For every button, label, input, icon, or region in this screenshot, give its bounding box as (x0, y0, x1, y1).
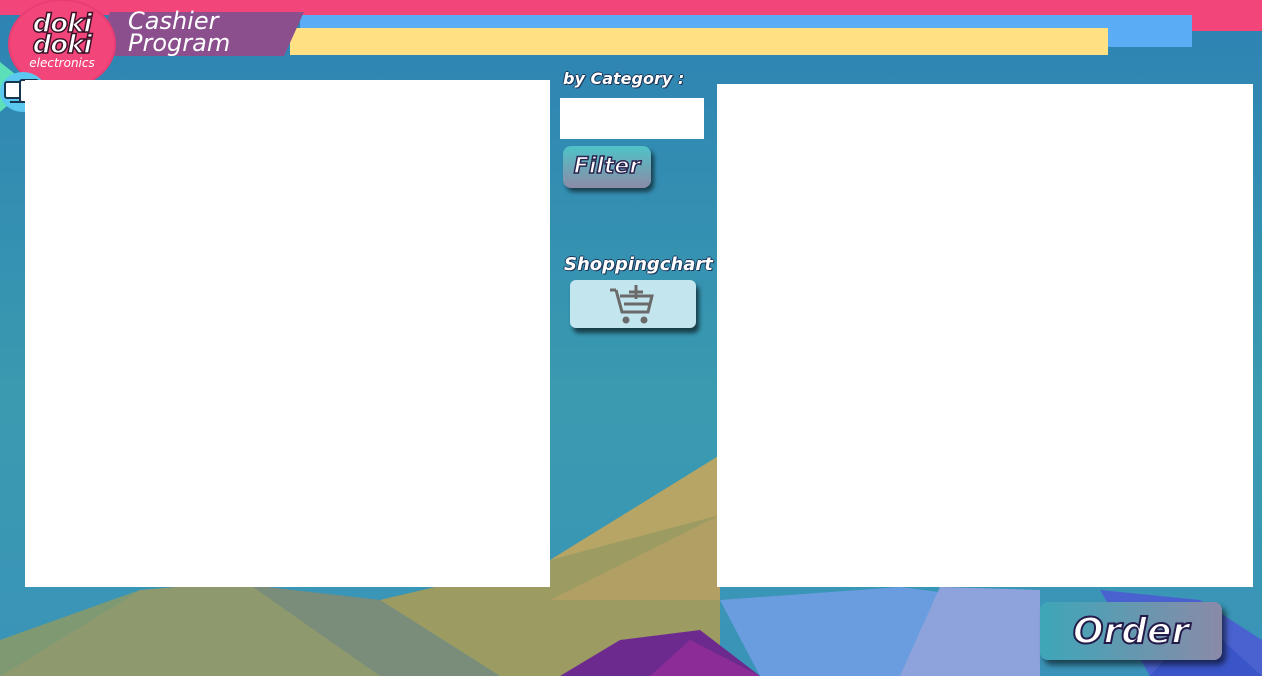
logo-text-line2: doki (32, 30, 93, 60)
order-button-label: Order (1072, 610, 1190, 653)
order-button[interactable]: Order (1040, 602, 1222, 660)
app-title-line2: Program (128, 29, 231, 57)
category-input[interactable] (560, 98, 704, 139)
cart-plus-icon (610, 285, 654, 324)
add-to-cart-button[interactable] (570, 280, 696, 328)
shopping-cart-panel[interactable] (717, 84, 1253, 587)
logo-text-line3: electronics (29, 56, 95, 70)
shoppingcart-label: Shoppingchart (564, 254, 713, 275)
filter-button[interactable]: Filter (563, 146, 651, 188)
product-list-panel[interactable] (25, 80, 550, 587)
filter-button-label: Filter (573, 153, 641, 180)
category-label: by Category : (563, 69, 685, 88)
